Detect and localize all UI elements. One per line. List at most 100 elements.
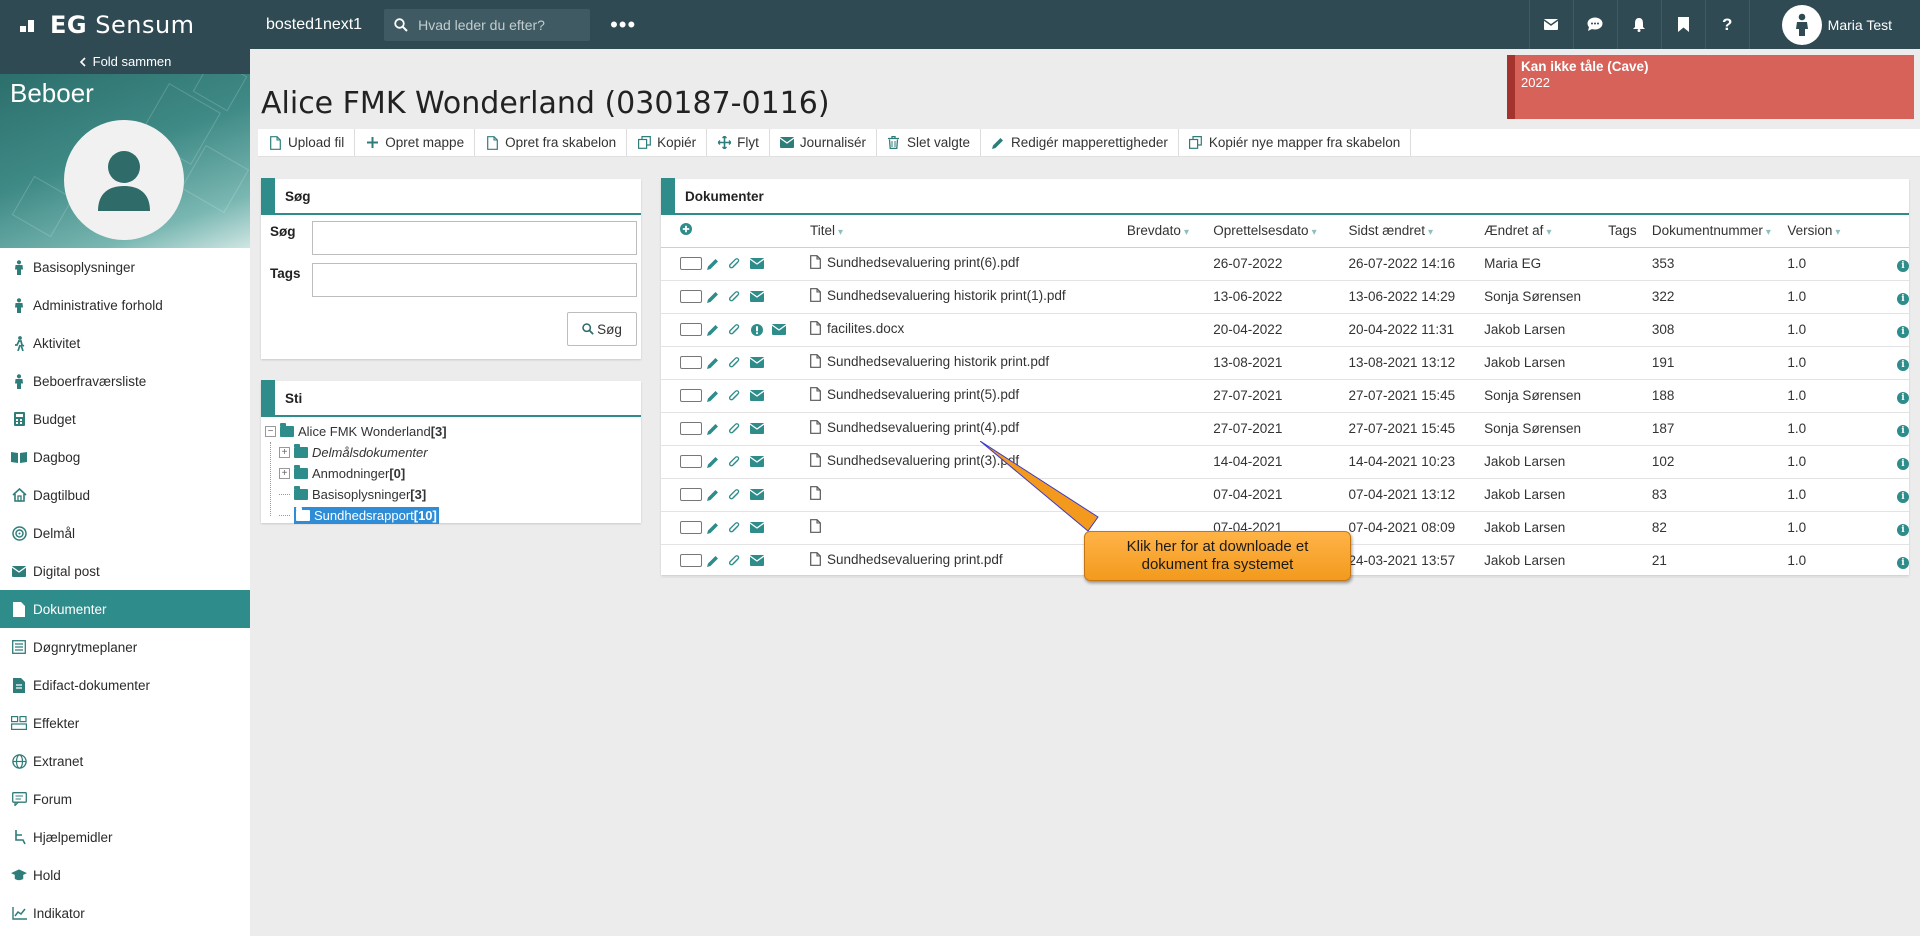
sidebar-item-extranet[interactable]: Extranet bbox=[0, 742, 250, 780]
sidebar-item-hold[interactable]: Hold bbox=[0, 856, 250, 894]
search-button[interactable]: Søg bbox=[567, 312, 637, 346]
fold-sidebar-button[interactable]: Fold sammen bbox=[0, 49, 250, 74]
download-button[interactable] bbox=[724, 488, 746, 501]
sidebar-item-digital-post[interactable]: Digital post bbox=[0, 552, 250, 590]
email-button[interactable] bbox=[746, 423, 768, 434]
expand-toggle[interactable]: + bbox=[279, 468, 290, 479]
user-menu[interactable]: Maria Test bbox=[1748, 0, 1920, 49]
email-button[interactable] bbox=[746, 456, 768, 467]
table-row[interactable]: Sundhedsevaluering historik print(1).pdf… bbox=[661, 280, 1909, 314]
sidebar-item-dagtilbud[interactable]: Dagtilbud bbox=[0, 476, 250, 514]
expand-toggle[interactable]: + bbox=[279, 447, 290, 458]
tree-item-sundhedsrapport[interactable]: Sundhedsrapport [10] bbox=[265, 505, 641, 526]
table-row[interactable]: Sundhedsevaluering print(5).pdf 27-07-202… bbox=[661, 379, 1909, 413]
table-row[interactable]: Sundhedsevaluering print(3).pdf 14-04-202… bbox=[661, 445, 1909, 479]
cave-alert[interactable]: Kan ikke tåle (Cave) 2022 bbox=[1507, 55, 1914, 119]
row-checkbox[interactable] bbox=[680, 323, 702, 336]
document-title-link[interactable]: facilites.docx bbox=[827, 321, 904, 336]
toolbar-button-opret-mappe[interactable]: Opret mappe bbox=[355, 129, 476, 156]
edit-button[interactable] bbox=[702, 456, 724, 468]
row-checkbox[interactable] bbox=[680, 488, 702, 501]
row-checkbox[interactable] bbox=[680, 422, 702, 435]
tree-item-basisoplysninger[interactable]: Basisoplysninger [3] bbox=[265, 484, 641, 505]
edit-button[interactable] bbox=[702, 357, 724, 369]
edit-button[interactable] bbox=[702, 324, 724, 336]
tree-item-delmålsdokumenter[interactable]: + Delmålsdokumenter bbox=[265, 442, 641, 463]
checkbox[interactable] bbox=[680, 455, 702, 468]
sidebar-item-dagbog[interactable]: Dagbog bbox=[0, 438, 250, 476]
row-checkbox[interactable] bbox=[680, 257, 702, 270]
email-button[interactable] bbox=[746, 258, 768, 269]
tree-root[interactable]: − Alice FMK Wonderland [3] bbox=[265, 421, 641, 442]
checkbox[interactable] bbox=[680, 356, 702, 369]
table-row[interactable]: Sundhedsevaluering historik print.pdf 13-… bbox=[661, 346, 1909, 380]
sidebar-item-indikator[interactable]: Indikator bbox=[0, 894, 250, 932]
column-header-oprettelsesdato[interactable]: Oprettelsesdato ▾ bbox=[1213, 215, 1349, 248]
checkbox[interactable] bbox=[680, 521, 702, 534]
column-header-titel[interactable]: Titel ▾ bbox=[810, 215, 1127, 248]
email-button[interactable] bbox=[746, 555, 768, 566]
search-field[interactable] bbox=[312, 221, 637, 255]
document-title-link[interactable]: Sundhedsevaluering print(4).pdf bbox=[827, 420, 1019, 435]
info-icon[interactable]: i bbox=[1897, 556, 1909, 569]
edit-button[interactable] bbox=[702, 423, 724, 435]
sidebar-item-aktivitet[interactable]: Aktivitet bbox=[0, 324, 250, 362]
email-button[interactable] bbox=[746, 522, 768, 533]
toolbar-button-kopi-r[interactable]: Kopiér bbox=[627, 129, 708, 156]
tags-field[interactable] bbox=[312, 263, 637, 297]
download-button[interactable] bbox=[724, 455, 746, 468]
global-search[interactable] bbox=[384, 8, 591, 41]
checkbox[interactable] bbox=[680, 554, 702, 567]
download-button[interactable] bbox=[724, 323, 746, 336]
row-checkbox[interactable] bbox=[680, 356, 702, 369]
chat-icon[interactable] bbox=[1572, 0, 1617, 49]
info-icon[interactable]: i bbox=[1897, 424, 1909, 437]
checkbox[interactable] bbox=[680, 290, 702, 303]
sidebar-item-hjælpemidler[interactable]: Hjælpemidler bbox=[0, 818, 250, 856]
sidebar-item-basisoplysninger[interactable]: Basisoplysninger bbox=[0, 248, 250, 286]
download-button[interactable] bbox=[724, 356, 746, 369]
tree-item-anmodninger[interactable]: + Anmodninger [0] bbox=[265, 463, 641, 484]
checkbox[interactable] bbox=[680, 323, 702, 336]
email-button[interactable] bbox=[746, 390, 768, 401]
toolbar-button-opret-fra-skabelon[interactable]: Opret fra skabelon bbox=[475, 129, 628, 156]
collapse-toggle[interactable]: − bbox=[265, 426, 276, 437]
download-button[interactable] bbox=[724, 422, 746, 435]
edit-button[interactable] bbox=[702, 291, 724, 303]
document-title-link[interactable]: Sundhedsevaluering historik print(1).pdf bbox=[827, 288, 1066, 303]
email-button[interactable] bbox=[768, 324, 790, 335]
toolbar-button-slet-valgte[interactable]: Slet valgte bbox=[877, 129, 981, 156]
add-document-icon[interactable] bbox=[680, 223, 692, 236]
email-button[interactable] bbox=[746, 291, 768, 302]
sidebar-item-delmål[interactable]: Delmål bbox=[0, 514, 250, 552]
sidebar-item-døgnrytmeplaner[interactable]: Døgnrytmeplaner bbox=[0, 628, 250, 666]
row-checkbox[interactable] bbox=[680, 554, 702, 567]
help-icon[interactable]: ? bbox=[1704, 0, 1749, 49]
table-row[interactable]: Sundhedsevaluering print(6).pdf 26-07-202… bbox=[661, 247, 1909, 281]
table-row[interactable]: facilites.docx 20-04-2022 20-04-2022 11:31… bbox=[661, 313, 1909, 347]
row-checkbox[interactable] bbox=[680, 521, 702, 534]
info-icon[interactable]: i bbox=[1897, 457, 1909, 470]
edit-button[interactable] bbox=[702, 522, 724, 534]
info-icon[interactable]: i bbox=[1897, 358, 1909, 371]
info-icon[interactable]: i bbox=[1897, 523, 1909, 536]
logo[interactable]: EG Sensum bbox=[0, 0, 250, 49]
column-header-dokumentnummer[interactable]: Dokumentnummer ▾ bbox=[1651, 215, 1788, 248]
edit-button[interactable] bbox=[702, 555, 724, 567]
document-title-link[interactable]: Sundhedsevaluering historik print.pdf bbox=[827, 354, 1049, 369]
edit-button[interactable] bbox=[702, 258, 724, 270]
toolbar-button-journalis-r[interactable]: Journalisér bbox=[770, 129, 877, 156]
info-icon[interactable]: i bbox=[1897, 259, 1909, 272]
download-button[interactable] bbox=[724, 554, 746, 567]
sidebar-item-effekter[interactable]: Effekter bbox=[0, 704, 250, 742]
info-icon[interactable]: i bbox=[1897, 490, 1909, 503]
row-checkbox[interactable] bbox=[680, 455, 702, 468]
info-icon[interactable]: i bbox=[1897, 292, 1909, 305]
column-header-version[interactable]: Version ▾ bbox=[1787, 215, 1897, 248]
sidebar-item-administrative-forhold[interactable]: Administrative forhold bbox=[0, 286, 250, 324]
row-checkbox[interactable] bbox=[680, 389, 702, 402]
table-row[interactable]: Sundhedsevaluering print(4).pdf 27-07-202… bbox=[661, 412, 1909, 446]
bookmark-icon[interactable] bbox=[1660, 0, 1705, 49]
checkbox[interactable] bbox=[680, 488, 702, 501]
download-button[interactable] bbox=[724, 389, 746, 402]
